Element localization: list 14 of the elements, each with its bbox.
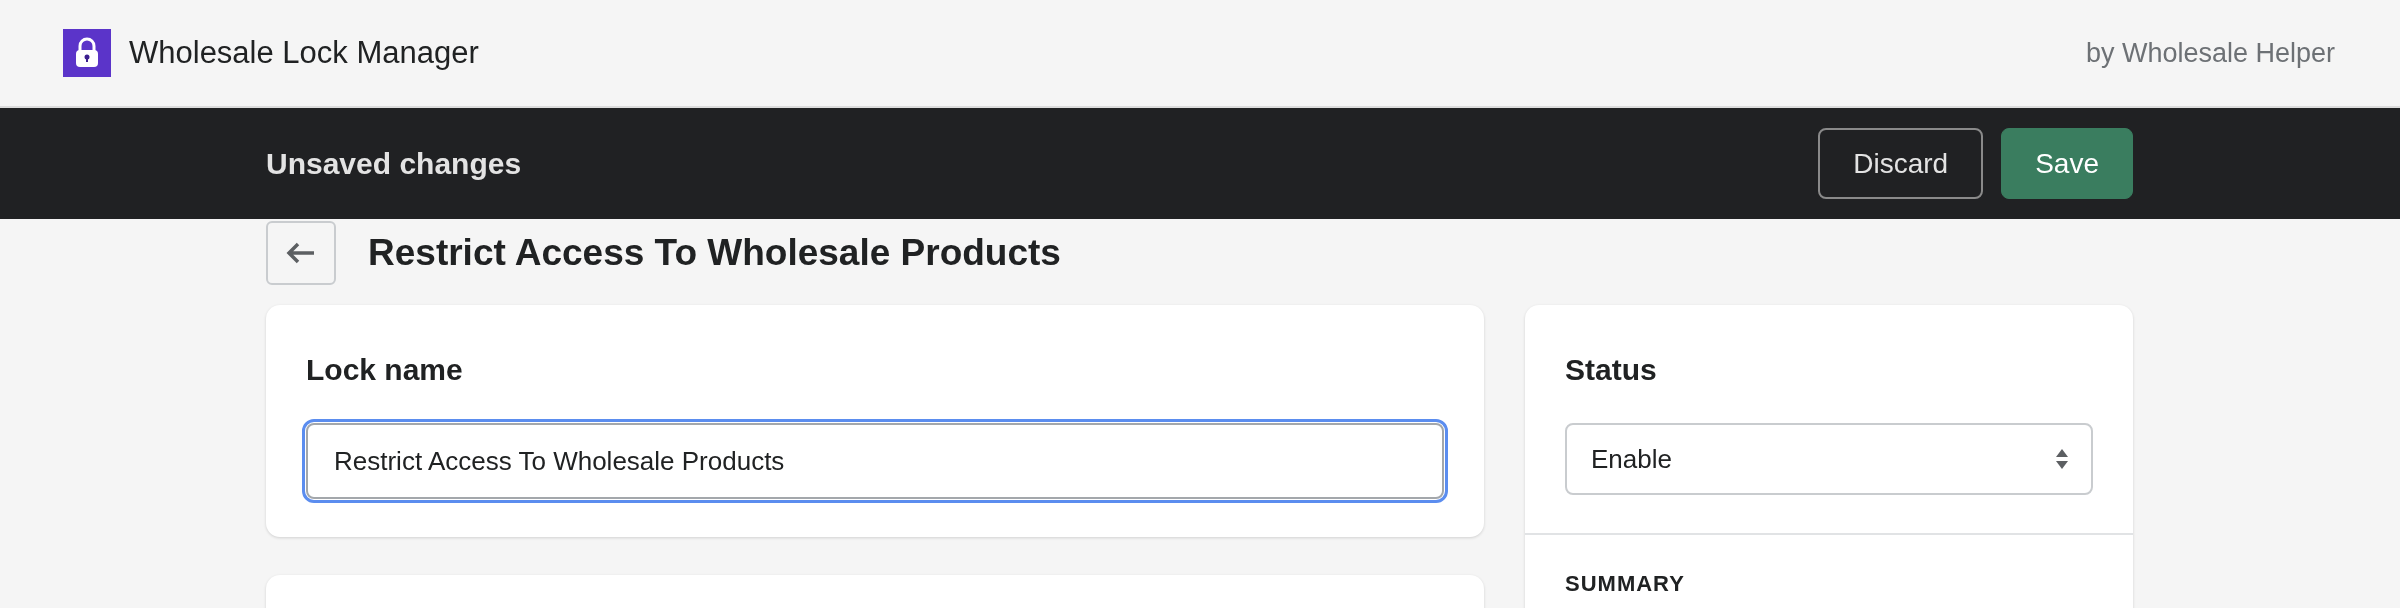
unsaved-changes-message: Unsaved changes xyxy=(266,146,522,181)
card-heading: Lock name xyxy=(306,353,464,387)
page-title: Restrict Access To Wholesale Products xyxy=(368,232,1061,274)
developer-byline: by Wholesale Helper xyxy=(2085,37,2335,69)
card-heading: Status xyxy=(1565,353,1658,387)
back-button[interactable] xyxy=(266,221,336,285)
discard-button[interactable]: Discard xyxy=(1818,128,1984,199)
back-arrow-icon xyxy=(286,242,316,264)
status-select[interactable]: Enable xyxy=(1565,423,2093,495)
summary-heading: SUMMARY xyxy=(1564,570,1686,598)
save-button[interactable]: Save xyxy=(2001,128,2133,199)
lock-logo-icon xyxy=(63,29,111,77)
app-title: Wholesale Lock Manager xyxy=(129,35,479,71)
select-arrows-icon xyxy=(2055,448,2069,470)
